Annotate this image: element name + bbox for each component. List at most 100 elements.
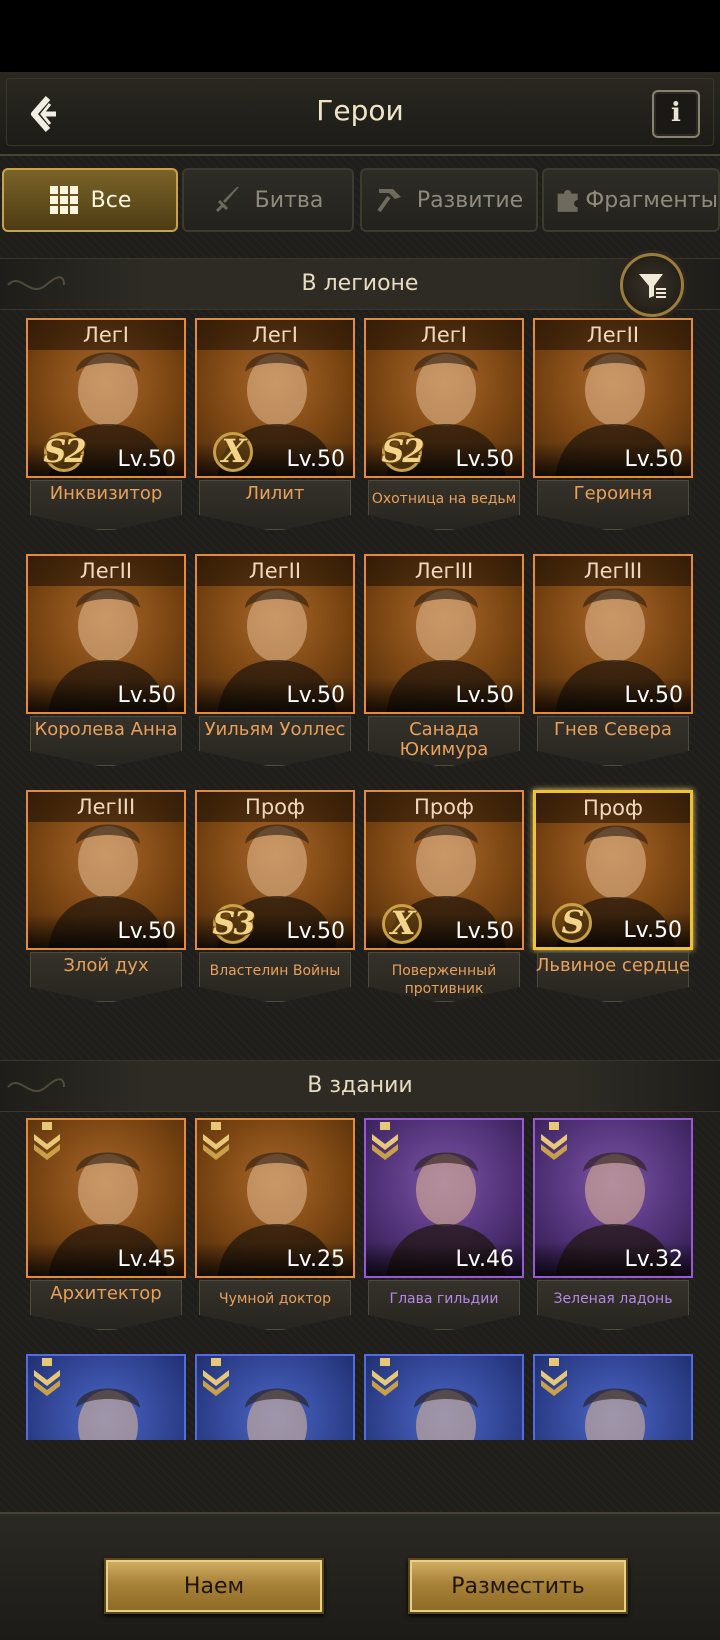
- hero-portrait: Проф Lv.50 S3: [195, 790, 355, 950]
- info-icon: i: [671, 98, 681, 128]
- hero-name: Поверженный противник: [391, 963, 497, 997]
- badge-label: S2: [381, 432, 424, 470]
- filter-button[interactable]: [620, 253, 684, 317]
- hero-portrait: ЛегIII Lv.50: [26, 790, 186, 950]
- hero-level: Lv.32: [535, 1242, 691, 1276]
- hero-rank: ЛегII: [535, 320, 691, 350]
- rank-chevron-icon: [372, 1122, 398, 1160]
- badge-label: S: [561, 903, 584, 941]
- hero-rank: Проф: [366, 792, 522, 822]
- hero-level: Lv.50: [28, 914, 184, 948]
- hero-rank: ЛегIII: [28, 792, 184, 822]
- status-bar: [0, 0, 720, 72]
- hero-card[interactable]: [533, 1354, 693, 1440]
- hero-rank: ЛегIII: [366, 556, 522, 586]
- hero-name: Чумной доктор: [218, 1291, 332, 1307]
- hero-name: Львиное сердце: [535, 955, 691, 976]
- hire-button[interactable]: Наем: [104, 1558, 324, 1614]
- tab-fragments[interactable]: Фрагменты: [542, 168, 720, 232]
- rank-chevron-icon: [34, 1122, 60, 1160]
- tab-all-label: Все: [90, 187, 132, 213]
- hero-rank: ЛегII: [197, 556, 353, 586]
- section-building: В здании: [0, 1060, 720, 1112]
- skill-badge-icon: S3: [205, 902, 261, 946]
- hero-level: Lv.50: [535, 442, 691, 476]
- badge-label: S3: [212, 904, 255, 942]
- hero-portrait: Проф Lv.50 X: [364, 790, 524, 950]
- rank-chevron-icon: [541, 1122, 567, 1160]
- hero-rank: ЛегI: [366, 320, 522, 350]
- hero-portrait: [364, 1354, 524, 1440]
- tab-fragments-label: Фрагменты: [585, 187, 718, 213]
- tab-all[interactable]: Все: [2, 168, 178, 232]
- tab-battle-label: Битва: [254, 187, 324, 213]
- hero-level: Lv.50: [28, 678, 184, 712]
- hero-portrait: [26, 1354, 186, 1440]
- skill-badge-icon: X: [374, 902, 430, 946]
- badge-label: S2: [43, 432, 86, 470]
- tab-development[interactable]: Развитие: [360, 168, 538, 232]
- hero-portrait: ЛегII Lv.50: [533, 318, 693, 478]
- rank-chevron-icon: [34, 1358, 60, 1396]
- hero-level: Lv.45: [28, 1242, 184, 1276]
- bottom-action-bar: Наем Разместить: [0, 1512, 720, 1640]
- hero-level: Lv.50: [535, 678, 691, 712]
- hero-portrait: [533, 1354, 693, 1440]
- hammer-icon: [377, 189, 401, 213]
- hero-portrait: Lv.32: [533, 1118, 693, 1278]
- hero-rank: ЛегIII: [535, 556, 691, 586]
- hero-portrait: ЛегII Lv.50: [195, 554, 355, 714]
- place-button[interactable]: Разместить: [408, 1558, 628, 1614]
- skill-badge-icon: S: [544, 901, 600, 945]
- hero-name: Королева Анна: [34, 719, 178, 740]
- hero-card[interactable]: [364, 1354, 524, 1440]
- rank-chevron-icon: [203, 1358, 229, 1396]
- filter-icon: [639, 274, 666, 298]
- hero-name: Героиня: [573, 483, 653, 504]
- hero-rank: Проф: [536, 793, 690, 823]
- tab-battle[interactable]: Битва: [182, 168, 354, 232]
- hero-rank: ЛегI: [28, 320, 184, 350]
- hero-rank: ЛегII: [28, 556, 184, 586]
- section-title-building: В здании: [307, 1073, 413, 1098]
- badge-label: X: [390, 904, 416, 942]
- skill-badge-icon: S2: [374, 430, 430, 474]
- hero-portrait: Lv.25: [195, 1118, 355, 1278]
- rank-chevron-icon: [203, 1122, 229, 1160]
- hero-name: Зеленая ладонь: [553, 1291, 673, 1307]
- hero-portrait: ЛегIII Lv.50: [364, 554, 524, 714]
- hero-portrait: Lv.45: [26, 1118, 186, 1278]
- section-legion: В легионе: [0, 253, 720, 317]
- hero-name: Лилит: [245, 483, 305, 504]
- hero-name: Охотница на ведьм: [371, 491, 517, 507]
- hero-name: Санада Юкимура: [399, 719, 489, 760]
- hero-portrait: Проф Lv.50 S: [533, 790, 693, 950]
- hero-portrait: ЛегI Lv.50 S2: [26, 318, 186, 478]
- hero-portrait: ЛегIII Lv.50: [533, 554, 693, 714]
- hero-portrait: [195, 1354, 355, 1440]
- hero-level: Lv.50: [366, 678, 522, 712]
- hero-portrait: ЛегI Lv.50 X: [195, 318, 355, 478]
- header: Герои i: [0, 72, 720, 156]
- hero-name: Злой дух: [63, 955, 149, 976]
- grid-icon: [49, 186, 78, 214]
- hero-name: Гнев Севера: [554, 719, 672, 740]
- rank-chevron-icon: [372, 1358, 398, 1396]
- sword-icon: [215, 187, 239, 213]
- hero-name: Глава гильдии: [389, 1291, 499, 1307]
- hero-name: Архитектор: [50, 1283, 162, 1304]
- tab-development-label: Развитие: [416, 187, 524, 213]
- hero-card[interactable]: [195, 1354, 355, 1440]
- hero-name: Властелин Войны: [209, 963, 341, 979]
- info-button[interactable]: i: [652, 90, 700, 138]
- tab-bar: Все Битва Развитие Фрагменты: [0, 168, 720, 232]
- heroes-screen: Герои i Все Битва Развитие Фрагменты В л…: [0, 72, 720, 1640]
- hero-portrait: ЛегI Lv.50 S2: [364, 318, 524, 478]
- hero-rank: Проф: [197, 792, 353, 822]
- hero-card[interactable]: [26, 1354, 186, 1440]
- skill-badge-icon: X: [205, 430, 261, 474]
- hero-level: Lv.50: [197, 678, 353, 712]
- hero-portrait: Lv.46: [364, 1118, 524, 1278]
- page-title: Герои: [316, 94, 404, 127]
- hero-name: Инквизитор: [49, 483, 163, 504]
